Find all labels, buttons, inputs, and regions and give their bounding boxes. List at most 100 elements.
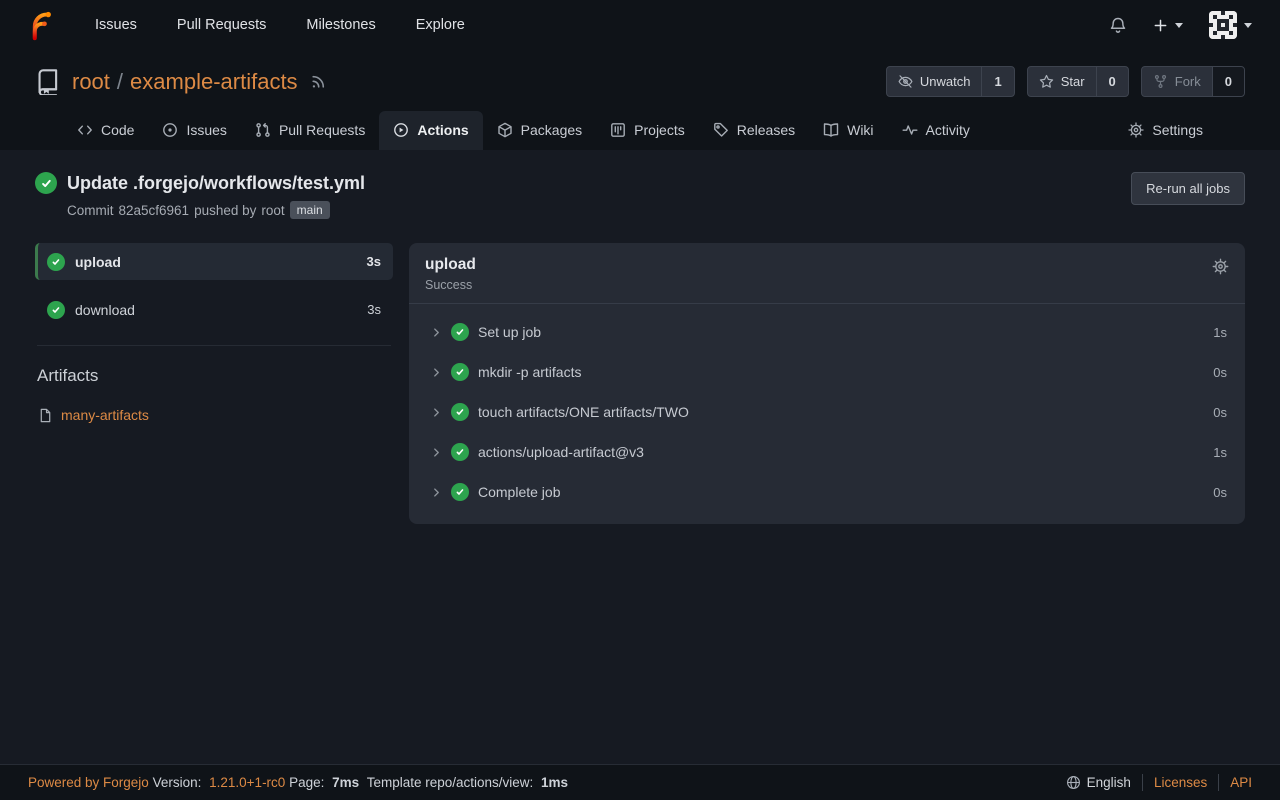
- tab-activity[interactable]: Activity: [888, 111, 984, 150]
- forks-count[interactable]: 0: [1212, 67, 1244, 96]
- commit-summary: Commit 82a5cf6961 pushed by root main: [67, 201, 365, 219]
- git-pull-request-icon: [255, 122, 271, 138]
- chevron-down-icon: [1175, 23, 1183, 28]
- job-item-upload[interactable]: upload 3s: [35, 243, 393, 280]
- commit-sha-link[interactable]: 82a5cf6961: [119, 203, 190, 218]
- project-board-icon: [610, 122, 626, 138]
- rerun-all-jobs-button[interactable]: Re-run all jobs: [1131, 172, 1245, 205]
- notifications-bell-icon[interactable]: [1109, 16, 1127, 34]
- log-settings-gear-icon[interactable]: [1212, 258, 1229, 275]
- success-check-icon: [451, 443, 469, 461]
- licenses-link[interactable]: Licenses: [1154, 775, 1207, 790]
- tab-actions[interactable]: Actions: [379, 111, 482, 150]
- step-name: Set up job: [478, 324, 541, 340]
- step-row-upload-artifact[interactable]: actions/upload-artifact@v3 1s: [409, 432, 1245, 472]
- package-icon: [497, 122, 513, 138]
- template-render-time: 1ms: [541, 775, 568, 790]
- repo-breadcrumb: root / example-artifacts: [72, 69, 298, 95]
- tab-releases[interactable]: Releases: [699, 111, 809, 150]
- watchers-count[interactable]: 1: [981, 67, 1013, 96]
- success-check-icon: [47, 301, 65, 319]
- pusher-link[interactable]: root: [261, 203, 284, 218]
- tab-projects[interactable]: Projects: [596, 111, 699, 150]
- repo-owner-link[interactable]: root: [72, 69, 110, 94]
- unwatch-button[interactable]: Unwatch: [887, 67, 982, 96]
- actions-run-view: Update .forgejo/workflows/test.yml Commi…: [0, 150, 1280, 764]
- steps-list: Set up job 1s mkdir -p artifacts 0s: [409, 304, 1245, 524]
- top-navbar: Issues Pull Requests Milestones Explore: [0, 0, 1280, 50]
- success-check-icon: [451, 363, 469, 381]
- tab-wiki[interactable]: Wiki: [809, 111, 887, 150]
- step-name: mkdir -p artifacts: [478, 364, 581, 380]
- nav-link-pull-requests[interactable]: Pull Requests: [177, 17, 266, 33]
- plus-icon: [1153, 18, 1168, 33]
- star-button-group: Star 0: [1027, 66, 1129, 97]
- success-check-icon: [47, 253, 65, 271]
- version-link[interactable]: 1.21.0+1-rc0: [209, 775, 285, 790]
- globe-icon: [1066, 775, 1081, 790]
- tab-pull-requests[interactable]: Pull Requests: [241, 111, 379, 150]
- job-duration: 3s: [367, 302, 381, 317]
- step-row-complete-job[interactable]: Complete job 0s: [409, 472, 1245, 512]
- breadcrumb-separator: /: [117, 69, 123, 94]
- tag-icon: [713, 122, 729, 138]
- fork-button-group: Fork 0: [1141, 66, 1245, 97]
- play-circle-icon: [393, 122, 409, 138]
- eye-slash-icon: [898, 74, 913, 89]
- api-link[interactable]: API: [1230, 775, 1252, 790]
- sidebar-divider: [37, 345, 391, 346]
- step-duration: 0s: [1213, 485, 1227, 500]
- repository-icon: [35, 69, 61, 95]
- tab-issues[interactable]: Issues: [148, 111, 240, 150]
- chevron-right-icon: [431, 447, 442, 458]
- nav-link-explore[interactable]: Explore: [416, 17, 465, 33]
- step-row-setup-job[interactable]: Set up job 1s: [409, 312, 1245, 352]
- repo-header: root / example-artifacts Unwatch 1: [0, 50, 1280, 150]
- branch-badge[interactable]: main: [290, 201, 330, 219]
- file-icon: [38, 408, 53, 423]
- job-detail-header: upload Success: [409, 243, 1245, 304]
- step-row-touch[interactable]: touch artifacts/ONE artifacts/TWO 0s: [409, 392, 1245, 432]
- nav-link-issues[interactable]: Issues: [95, 17, 137, 33]
- star-button[interactable]: Star: [1028, 67, 1096, 96]
- page-render-time: 7ms: [332, 775, 359, 790]
- powered-by-link[interactable]: Powered by Forgejo: [28, 775, 149, 790]
- book-open-icon: [823, 122, 839, 138]
- success-check-icon: [451, 323, 469, 341]
- user-menu-dropdown[interactable]: [1209, 11, 1252, 39]
- tab-packages[interactable]: Packages: [483, 111, 596, 150]
- language-selector[interactable]: English: [1066, 775, 1131, 790]
- jobs-sidebar: upload 3s download 3s Artifacts many-art…: [35, 243, 393, 423]
- forgejo-logo-icon[interactable]: [28, 10, 55, 41]
- star-icon: [1039, 74, 1054, 89]
- nav-link-milestones[interactable]: Milestones: [306, 17, 375, 33]
- rss-feed-icon[interactable]: [310, 73, 327, 90]
- success-check-icon: [451, 483, 469, 501]
- artifact-download-link[interactable]: many-artifacts: [61, 407, 149, 423]
- step-row-mkdir[interactable]: mkdir -p artifacts 0s: [409, 352, 1245, 392]
- step-name: touch artifacts/ONE artifacts/TWO: [478, 404, 689, 420]
- chevron-down-icon: [1244, 23, 1252, 28]
- step-duration: 0s: [1213, 365, 1227, 380]
- footer-divider: [1142, 774, 1143, 791]
- code-icon: [77, 122, 93, 138]
- step-duration: 1s: [1213, 325, 1227, 340]
- artifacts-heading: Artifacts: [37, 366, 393, 386]
- job-duration: 3s: [367, 254, 381, 269]
- success-check-icon: [451, 403, 469, 421]
- stars-count[interactable]: 0: [1096, 67, 1128, 96]
- job-status-text: Success: [425, 278, 476, 292]
- issue-circle-dot-icon: [162, 122, 178, 138]
- tab-code[interactable]: Code: [63, 111, 148, 150]
- tab-settings[interactable]: Settings: [1114, 111, 1217, 150]
- chevron-right-icon: [431, 407, 442, 418]
- footer-build-info: Powered by Forgejo Version: 1.21.0+1-rc0…: [28, 775, 572, 790]
- job-name: download: [75, 302, 135, 318]
- repo-name-link[interactable]: example-artifacts: [130, 69, 298, 94]
- create-new-dropdown[interactable]: [1153, 18, 1183, 33]
- step-duration: 1s: [1213, 445, 1227, 460]
- step-name: Complete job: [478, 484, 561, 500]
- job-item-download[interactable]: download 3s: [35, 291, 393, 328]
- step-name: actions/upload-artifact@v3: [478, 444, 644, 460]
- chevron-right-icon: [431, 327, 442, 338]
